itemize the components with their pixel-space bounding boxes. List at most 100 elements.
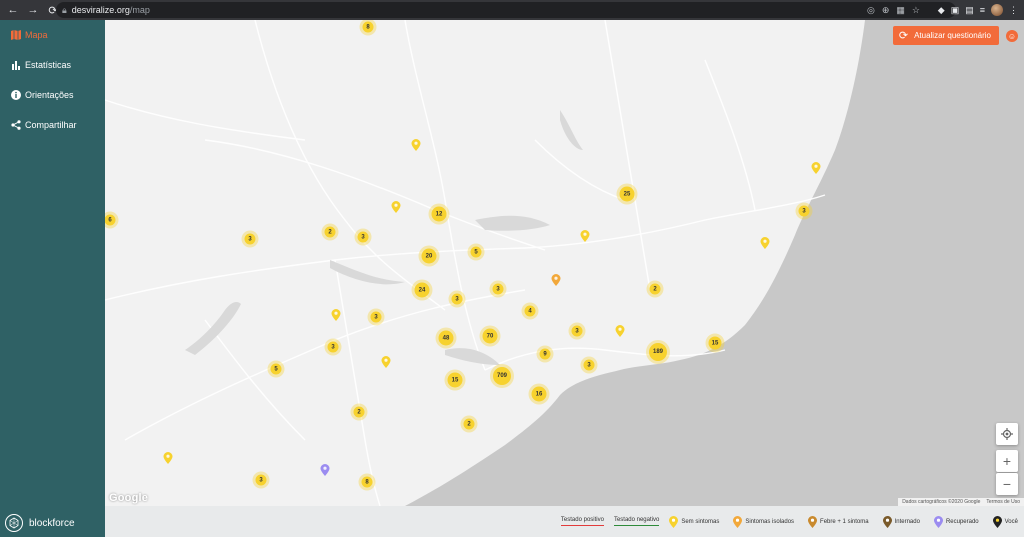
case-pin-icon[interactable]: [551, 274, 561, 286]
translate-icon[interactable]: ▦: [896, 5, 905, 16]
case-pin-icon[interactable]: [811, 162, 821, 174]
case-pin-icon[interactable]: [391, 201, 401, 213]
case-pin-icon[interactable]: [163, 452, 173, 464]
case-pin-icon[interactable]: [411, 139, 421, 151]
crosshair-icon: [1001, 428, 1013, 440]
zoom-out-button[interactable]: −: [996, 473, 1018, 495]
forward-icon[interactable]: →: [26, 4, 40, 16]
cluster-marker[interactable]: 2: [324, 226, 336, 238]
legend-label: Sem sintomas: [681, 518, 720, 525]
legend-items: Sem sintomas Sintomas isolados Febre + 1 s…: [669, 515, 1018, 528]
cluster-marker[interactable]: 2: [463, 418, 475, 430]
cluster-marker[interactable]: 5: [270, 363, 282, 375]
lock-icon: 🔒︎: [62, 4, 67, 15]
extension-icon-2[interactable]: ▣: [951, 5, 960, 16]
cluster-marker[interactable]: 3: [571, 325, 583, 337]
legend-pin-icon: [669, 515, 679, 528]
legend-pin-icon: [933, 515, 943, 528]
media-icon[interactable]: ≡: [980, 5, 985, 15]
legend-pin-icon: [808, 515, 818, 528]
cluster-marker[interactable]: 8: [362, 21, 374, 33]
cluster-marker[interactable]: 3: [451, 293, 463, 305]
sidebar-item-label: Mapa: [25, 30, 48, 40]
cluster-marker[interactable]: 25: [619, 186, 635, 202]
cluster-marker[interactable]: 2: [649, 283, 661, 295]
case-pin-icon[interactable]: [615, 325, 625, 337]
zoom-in-button[interactable]: +: [996, 450, 1018, 472]
cluster-marker[interactable]: 3: [327, 341, 339, 353]
address-bar[interactable]: 🔒︎ desviralize.org/map ◎ ⊕ ▦ ☆: [56, 2, 956, 18]
legend-item: Febre + 1 sintoma: [808, 515, 869, 528]
legend-item: Recuperado: [933, 515, 979, 528]
info-icon: [10, 90, 21, 101]
cluster-marker[interactable]: 24: [414, 282, 430, 298]
map-canvas[interactable]: 8 6 3 2 3 12 20 5 25 3 24 3 3 2 3 4 48 70 3 189 15 3 9 3 5 15 709 1…: [105, 20, 1024, 506]
cluster-marker[interactable]: 6: [105, 214, 116, 226]
cluster-marker[interactable]: 3: [492, 283, 504, 295]
case-pin-icon[interactable]: [760, 237, 770, 249]
google-logo: Google: [109, 492, 149, 504]
legend-label: Febre + 1 sintoma: [820, 518, 869, 525]
case-pin-icon[interactable]: [381, 356, 391, 368]
refresh-icon: ⟳: [898, 30, 909, 42]
cluster-marker[interactable]: 8: [361, 476, 373, 488]
cluster-marker[interactable]: 5: [470, 246, 482, 258]
legend-pin-icon: [882, 515, 892, 528]
star-icon[interactable]: ☆: [912, 5, 920, 16]
sidebar-item-label: Orientações: [25, 90, 74, 100]
map-attribution: Dados cartográficos ©2020 Google Termos …: [898, 498, 1024, 506]
legend-pin-icon: [992, 515, 1002, 528]
terms-link[interactable]: Termos de Uso: [986, 499, 1020, 505]
brand-name: blockforce: [29, 517, 75, 529]
cluster-marker[interactable]: 15: [708, 336, 722, 350]
cluster-marker[interactable]: 70: [482, 328, 498, 344]
legend-label: Você: [1004, 518, 1018, 525]
case-pin-icon[interactable]: [331, 309, 341, 321]
legend-tested-positive: Testado positivo: [560, 517, 604, 526]
cluster-marker[interactable]: 9: [539, 348, 551, 360]
sidebar-item-label: Estatísticas: [25, 60, 72, 70]
extension-icon[interactable]: ◆: [938, 5, 945, 16]
cluster-marker[interactable]: 4: [524, 305, 536, 317]
cluster-marker[interactable]: 48: [438, 330, 454, 346]
legend-item: Internado: [882, 515, 920, 528]
sidebar-item-compartilhar[interactable]: Compartilhar: [0, 110, 105, 140]
plus-circle-icon[interactable]: ⊕: [882, 5, 890, 16]
cluster-marker[interactable]: 709: [493, 367, 511, 385]
legend-pin-icon: [733, 515, 743, 528]
legend-label: Recuperado: [945, 518, 979, 525]
update-questionnaire-button[interactable]: ⟳ Atualizar questionário: [892, 26, 999, 45]
cluster-marker[interactable]: 3: [255, 474, 267, 486]
sidebar-item-estatisticas[interactable]: Estatísticas: [0, 50, 105, 80]
extension-icon-3[interactable]: ▤: [965, 5, 974, 16]
sidebar-item-mapa[interactable]: Mapa: [0, 20, 105, 50]
cluster-marker[interactable]: 189: [649, 343, 667, 361]
cluster-marker[interactable]: 20: [421, 248, 437, 264]
plus-icon: +: [1002, 453, 1012, 469]
legend-tested-negative: Testado negativo: [613, 517, 660, 526]
profile-avatar[interactable]: [991, 4, 1003, 16]
user-face-icon[interactable]: ☺: [1006, 30, 1018, 42]
legend-item: Sintomas isolados: [733, 515, 794, 528]
map-terrain: [105, 20, 1024, 506]
cluster-marker[interactable]: 2: [353, 406, 365, 418]
blockforce-logo-icon: [5, 514, 23, 532]
cluster-marker[interactable]: 15: [447, 372, 463, 388]
location-icon[interactable]: ◎: [867, 5, 875, 16]
cluster-marker[interactable]: 3: [370, 311, 382, 323]
case-pin-icon[interactable]: [580, 230, 590, 242]
share-icon: [10, 120, 21, 131]
more-menu-icon[interactable]: ⋮: [1009, 5, 1018, 16]
my-location-button[interactable]: [996, 423, 1018, 445]
cluster-marker[interactable]: 3: [244, 233, 256, 245]
sidebar-item-orientacoes[interactable]: Orientações: [0, 80, 105, 110]
case-pin-icon[interactable]: [320, 464, 330, 476]
cluster-marker[interactable]: 3: [583, 359, 595, 371]
back-icon[interactable]: ←: [6, 4, 20, 16]
cluster-marker[interactable]: 3: [357, 231, 369, 243]
cluster-marker[interactable]: 3: [798, 205, 810, 217]
cluster-marker[interactable]: 16: [531, 386, 547, 402]
cluster-marker[interactable]: 12: [431, 206, 447, 222]
minus-icon: −: [1002, 476, 1012, 492]
legend-bar: Testado positivo Testado negativo Sem si…: [105, 506, 1024, 537]
